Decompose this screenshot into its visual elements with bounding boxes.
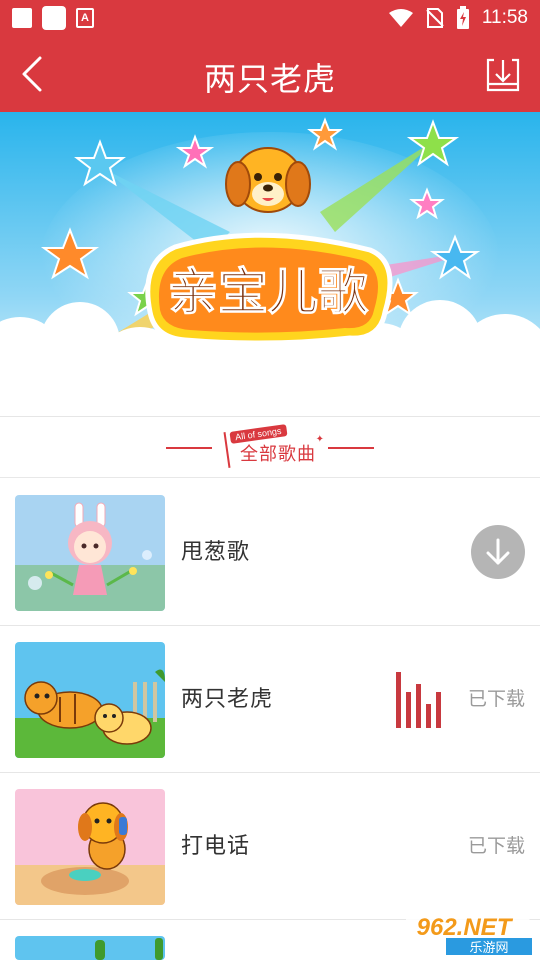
playing-equalizer-icon	[396, 672, 441, 728]
download-box-icon	[486, 58, 520, 92]
song-thumbnail	[15, 789, 165, 905]
banner-logo-text: 亲宝儿歌	[168, 263, 369, 321]
banner-illustration: 亲宝儿歌	[0, 112, 540, 416]
song-thumbnail	[15, 936, 165, 960]
section-label: 全部歌曲	[240, 443, 316, 465]
divider	[328, 446, 374, 449]
song-thumbnail	[15, 495, 165, 611]
arrow-down-icon	[486, 538, 510, 565]
section-flag: All of songs 全部歌曲 ✦	[223, 423, 324, 470]
sparkle-icon: ✦	[315, 433, 324, 445]
song-thumbnail	[15, 642, 165, 758]
square-icon	[12, 8, 32, 28]
song-title: 打电话	[181, 834, 251, 859]
battery-icon	[456, 6, 469, 29]
wifi-icon	[388, 9, 413, 27]
section-header: All of songs 全部歌曲 ✦	[0, 418, 540, 478]
download-all-button[interactable]	[484, 56, 522, 94]
downloaded-label: 已下载	[467, 688, 525, 710]
page-title: 两只老虎	[203, 60, 336, 98]
download-button[interactable]	[471, 525, 525, 579]
status-bar: A 11:58	[0, 0, 540, 36]
song-list: 甩葱歌 两只老虎 已下载 打电话 已下载	[0, 479, 540, 960]
clock: 11:58	[481, 7, 528, 28]
banner[interactable]: 亲宝儿歌	[0, 112, 540, 417]
watermark-logo: 962.NET 乐游网	[406, 914, 532, 956]
divider	[166, 446, 212, 449]
downloaded-label: 已下载	[467, 835, 525, 857]
a-icon: A	[76, 8, 94, 28]
svg-text:乐游网: 乐游网	[469, 941, 508, 956]
no-sim-icon	[426, 8, 444, 28]
notification-icons: A	[12, 6, 94, 30]
square-icon	[42, 6, 66, 30]
song-title: 两只老虎	[181, 687, 274, 712]
song-title: 甩葱歌	[181, 540, 251, 565]
svg-text:962.NET: 962.NET	[417, 914, 514, 941]
song-row[interactable]: 两只老虎 已下载	[0, 626, 540, 773]
song-row[interactable]: 甩葱歌	[0, 479, 540, 626]
song-row[interactable]: 打电话 已下载	[0, 773, 540, 920]
app-bar: 两只老虎	[0, 36, 540, 112]
